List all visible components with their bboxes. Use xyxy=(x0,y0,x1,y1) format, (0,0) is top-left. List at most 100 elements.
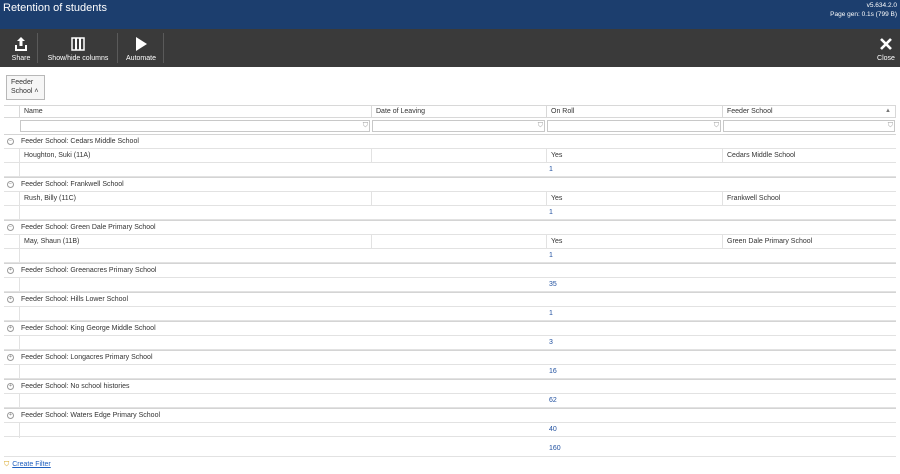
toolbar-divider xyxy=(163,33,164,63)
group-count: 1 xyxy=(549,252,553,259)
group-row[interactable]: + Feeder School: Longacres Primary Schoo… xyxy=(4,350,896,364)
filter-icon[interactable]: ⛉ xyxy=(538,121,543,131)
group-row[interactable]: + Feeder School: Greenacres Primary Scho… xyxy=(4,263,896,277)
group-label: Feeder School: King George Middle School xyxy=(21,325,156,332)
group-summary-row: 62 xyxy=(4,393,896,409)
group-label: Feeder School: Hills Lower School xyxy=(21,296,128,303)
summary-divider xyxy=(19,307,20,322)
group-row[interactable]: + Feeder School: No school histories xyxy=(4,379,896,393)
automate-label: Automate xyxy=(126,55,156,62)
cell-feeder-school: Frankwell School xyxy=(722,192,896,206)
page-title: Retention of students xyxy=(3,2,107,14)
group-chip-label-line1: Feeder xyxy=(11,79,34,86)
filter-on-roll-input[interactable]: ⛉ xyxy=(547,120,721,132)
cell-on-roll: Yes xyxy=(546,149,722,163)
share-icon xyxy=(11,34,31,54)
expand-icon[interactable]: + xyxy=(7,296,14,303)
version-info: v5.634.2.0 Page gen: 0.1s (799 B) xyxy=(830,1,897,19)
summary-divider xyxy=(19,163,20,178)
summary-divider xyxy=(19,423,20,438)
group-row[interactable]: + Feeder School: King George Middle Scho… xyxy=(4,321,896,335)
column-header-name-label: Name xyxy=(24,108,43,115)
toolbar-divider xyxy=(117,33,118,63)
collapse-icon[interactable]: − xyxy=(7,138,14,145)
expand-icon[interactable]: + xyxy=(7,325,14,332)
column-header-feeder-label: Feeder School xyxy=(727,108,773,115)
group-count: 1 xyxy=(549,209,553,216)
column-header-date-of-leaving[interactable]: Date of Leaving xyxy=(371,105,546,118)
cell-feeder-school: Cedars Middle School xyxy=(722,149,896,163)
group-label: Feeder School: Longacres Primary School xyxy=(21,354,153,361)
group-label: Feeder School: Green Dale Primary School xyxy=(21,224,156,231)
table-row[interactable]: May, Shaun (11B) Yes Green Dale Primary … xyxy=(4,234,896,249)
page-gen-text: Page gen: 0.1s (799 B) xyxy=(830,11,897,18)
close-button[interactable]: Close xyxy=(874,29,898,67)
expand-icon[interactable]: + xyxy=(7,412,14,419)
table-row[interactable]: Houghton, Suki (11A) Yes Cedars Middle S… xyxy=(4,148,896,163)
group-label: Feeder School: Waters Edge Primary Schoo… xyxy=(21,412,161,419)
group-count: 16 xyxy=(549,368,557,375)
create-filter-link[interactable]: ⛉ Create Filter xyxy=(4,461,51,469)
group-label: Feeder School: Cedars Middle School xyxy=(21,138,139,145)
sort-ascending-icon: ▲ xyxy=(885,108,891,114)
show-hide-columns-button[interactable]: Show/hide columns xyxy=(42,29,114,67)
summary-divider xyxy=(19,249,20,264)
close-label: Close xyxy=(877,55,895,62)
columns-icon xyxy=(68,34,88,54)
group-count: 1 xyxy=(549,310,553,317)
filter-icon[interactable]: ⛉ xyxy=(714,121,719,131)
filter-date-input[interactable]: ⛉ xyxy=(372,120,545,132)
filter-icon[interactable]: ⛉ xyxy=(888,121,893,131)
table-row[interactable]: Rush, Billy (11C) Yes Frankwell School xyxy=(4,191,896,206)
group-row[interactable]: − Feeder School: Green Dale Primary Scho… xyxy=(4,220,896,234)
column-header-name[interactable]: Name xyxy=(19,105,371,118)
group-summary-row: 3 xyxy=(4,335,896,351)
group-by-feeder-school-chip[interactable]: Feeder School ˄ xyxy=(6,75,45,100)
close-icon xyxy=(876,34,896,54)
group-count: 35 xyxy=(549,281,557,288)
group-count: 62 xyxy=(549,397,557,404)
summary-divider xyxy=(19,394,20,409)
group-count: 3 xyxy=(549,339,553,346)
group-summary-row: 1 xyxy=(4,205,896,221)
collapse-icon[interactable]: − xyxy=(7,181,14,188)
cell-name: Rush, Billy (11C) xyxy=(19,192,371,206)
cell-on-roll: Yes xyxy=(546,192,722,206)
summary-divider xyxy=(19,278,20,293)
filter-feeder-input[interactable]: ⛉ xyxy=(723,120,895,132)
cell-date-of-leaving xyxy=(371,192,546,206)
cell-on-roll: Yes xyxy=(546,235,722,249)
filter-name-input[interactable]: ⛉ xyxy=(20,120,370,132)
expand-icon[interactable]: + xyxy=(7,383,14,390)
summary-divider xyxy=(19,365,20,380)
summary-divider xyxy=(19,206,20,221)
group-row[interactable]: − Feeder School: Cedars Middle School xyxy=(4,134,896,148)
group-summary-row: 35 xyxy=(4,277,896,293)
toolbar-divider xyxy=(37,33,38,63)
group-summary-row: 1 xyxy=(4,162,896,178)
group-row[interactable]: − Feeder School: Frankwell School xyxy=(4,177,896,191)
grid-rows: − Feeder School: Cedars Middle School Ho… xyxy=(4,134,896,438)
group-row[interactable]: + Feeder School: Waters Edge Primary Sch… xyxy=(4,408,896,422)
group-count: 40 xyxy=(549,426,557,433)
play-icon xyxy=(131,34,151,54)
column-header-on-roll-label: On Roll xyxy=(551,108,575,115)
column-header-feeder-school[interactable]: Feeder School ▲ xyxy=(722,105,896,118)
cell-feeder-school: Green Dale Primary School xyxy=(722,235,896,249)
cell-name: May, Shaun (11B) xyxy=(19,235,371,249)
filter-icon: ⛉ xyxy=(4,461,10,468)
share-button[interactable]: Share xyxy=(8,29,34,67)
group-chip-label-line2: School ˄ xyxy=(11,88,39,95)
version-text: v5.634.2.0 xyxy=(866,2,897,9)
column-header-on-roll[interactable]: On Roll xyxy=(546,105,722,118)
expand-icon[interactable]: + xyxy=(7,354,14,361)
group-count: 1 xyxy=(549,166,553,173)
cell-name: Houghton, Suki (11A) xyxy=(19,149,371,163)
group-summary-row: 1 xyxy=(4,248,896,264)
filter-icon[interactable]: ⛉ xyxy=(363,121,368,131)
title-bar: Retention of students v5.634.2.0 Page ge… xyxy=(0,0,900,29)
automate-button[interactable]: Automate xyxy=(122,29,160,67)
collapse-icon[interactable]: − xyxy=(7,224,14,231)
group-row[interactable]: + Feeder School: Hills Lower School xyxy=(4,292,896,306)
expand-icon[interactable]: + xyxy=(7,267,14,274)
